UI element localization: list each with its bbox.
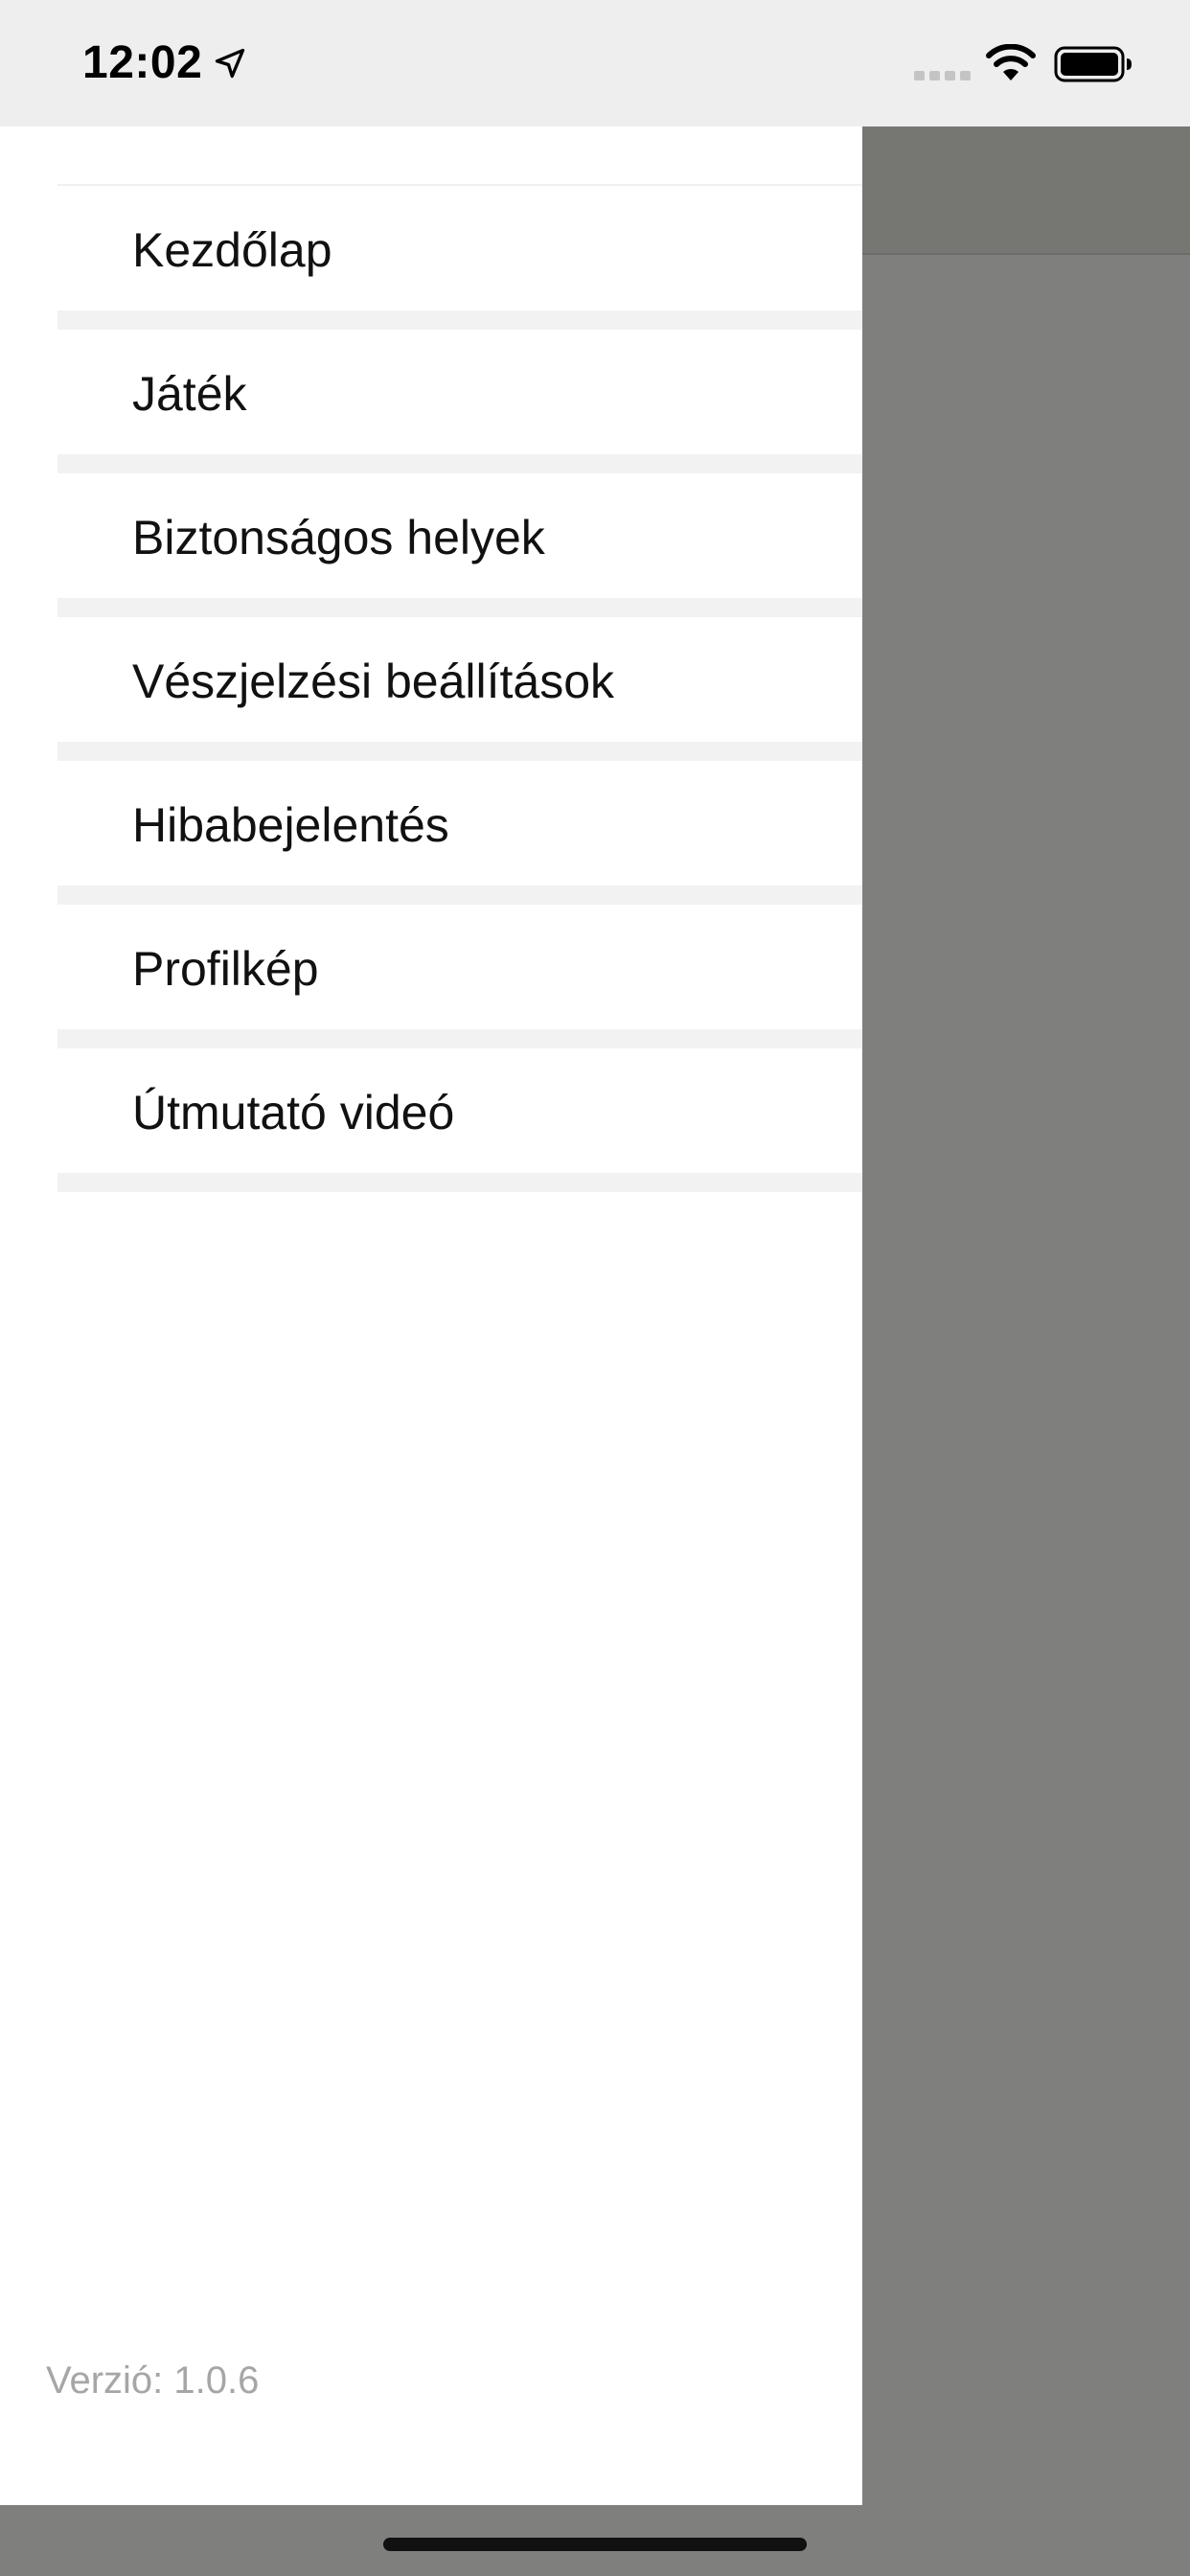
navigation-drawer: Kezdőlap Játék Biztonságos helyek Vészje… bbox=[0, 126, 862, 2505]
home-indicator[interactable] bbox=[383, 2538, 807, 2551]
menu-item-safe-places[interactable]: Biztonságos helyek bbox=[57, 473, 862, 598]
menu-item-alert-settings[interactable]: Vészjelzési beállítások bbox=[57, 617, 862, 742]
wifi-icon bbox=[986, 44, 1036, 80]
menu-item-label: Játék bbox=[132, 367, 247, 421]
menu-item-profile-picture[interactable]: Profilkép bbox=[57, 905, 862, 1029]
divider bbox=[57, 598, 862, 617]
menu-item-game[interactable]: Játék bbox=[57, 330, 862, 454]
menu-list: Kezdőlap Játék Biztonságos helyek Vészje… bbox=[57, 186, 862, 1192]
menu-item-home[interactable]: Kezdőlap bbox=[57, 186, 862, 310]
cellular-signal-icon bbox=[914, 71, 971, 80]
menu-item-label: Kezdőlap bbox=[132, 223, 332, 277]
divider bbox=[57, 886, 862, 905]
divider bbox=[57, 454, 862, 473]
menu-item-tutorial-video[interactable]: Útmutató videó bbox=[57, 1048, 862, 1173]
menu-item-bug-report[interactable]: Hibabejelentés bbox=[57, 761, 862, 886]
menu-item-label: Vészjelzési beállítások bbox=[132, 655, 615, 708]
version-label: Verzió: 1.0.6 bbox=[46, 2359, 260, 2402]
divider bbox=[57, 1029, 862, 1048]
location-arrow-icon bbox=[215, 48, 245, 79]
menu-item-label: Útmutató videó bbox=[132, 1086, 455, 1139]
menu-item-label: Hibabejelentés bbox=[132, 798, 449, 852]
menu-item-label: Biztonságos helyek bbox=[132, 511, 545, 564]
menu-item-label: Profilkép bbox=[132, 942, 319, 996]
divider bbox=[57, 1173, 862, 1192]
status-time: 12:02 bbox=[82, 37, 203, 88]
divider bbox=[57, 310, 862, 330]
divider bbox=[57, 742, 862, 761]
status-bar: 12:02 bbox=[0, 0, 1190, 126]
battery-icon bbox=[1054, 46, 1132, 82]
